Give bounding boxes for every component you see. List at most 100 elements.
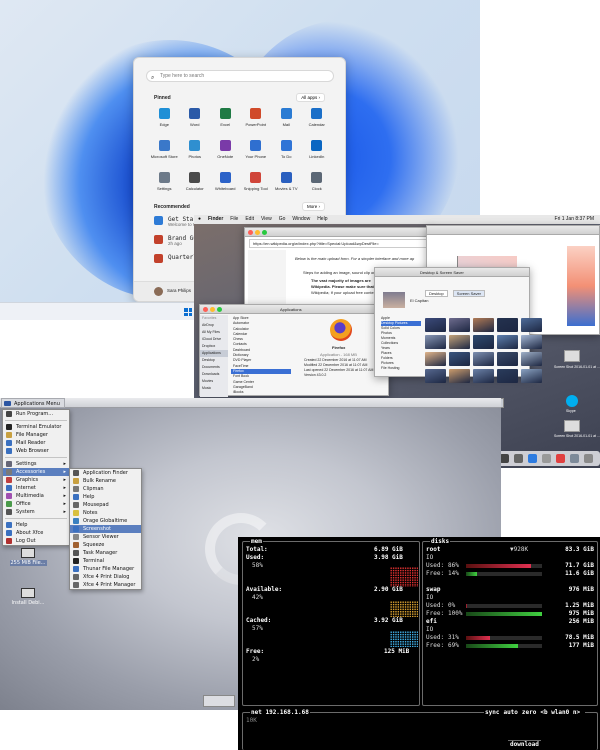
close-icon[interactable]: [203, 307, 208, 312]
menu-item-settings[interactable]: Settings ▸: [3, 460, 69, 468]
finder-sidebar-item[interactable]: Movies: [200, 378, 228, 385]
submenu-item-orage-globaltime[interactable]: Orage Globaltime: [70, 517, 141, 525]
menu-item-accessories[interactable]: Accessories ▸: [3, 468, 69, 476]
menu-item-office[interactable]: Office ▸: [3, 500, 69, 508]
wallpaper-thumbnail[interactable]: [473, 335, 494, 349]
desktop-icon-file[interactable]: 255 MiB File...: [8, 548, 48, 566]
submenu-item-clipman[interactable]: Clipman: [70, 485, 141, 493]
net-control-zero[interactable]: zero: [522, 709, 536, 716]
pinned-app-mail[interactable]: Mail: [271, 108, 302, 134]
pinned-app-edge[interactable]: Edge: [149, 108, 180, 134]
pinned-app-whiteboard[interactable]: Whiteboard: [210, 172, 241, 198]
finder-sidebar-item[interactable]: iCloud Drive: [200, 336, 228, 343]
windows-logo-icon[interactable]: [184, 308, 192, 316]
submenu-item-application-finder[interactable]: Application Finder: [70, 469, 141, 477]
menu-item-file-manager[interactable]: File Manager: [3, 431, 69, 439]
menu-item-multimedia[interactable]: Multimedia ▸: [3, 492, 69, 500]
minimize-icon[interactable]: [210, 307, 215, 312]
net-control-sync[interactable]: sync: [485, 709, 499, 716]
submenu-item-squeeze[interactable]: Squeeze: [70, 541, 141, 549]
wallpaper-thumbnail[interactable]: [473, 318, 494, 332]
desktop-icon-screenshot[interactable]: [564, 350, 580, 362]
finder-sidebar-item[interactable]: Desktop: [200, 357, 228, 364]
wallpaper-thumbnail[interactable]: [473, 352, 494, 366]
pinned-app-photos[interactable]: Photos: [180, 140, 211, 166]
submenu-item-mousepad[interactable]: Mousepad: [70, 501, 141, 509]
close-icon[interactable]: [248, 230, 253, 235]
wallpaper-thumbnail[interactable]: [497, 369, 518, 383]
pinned-app-calendar[interactable]: Calendar: [302, 108, 333, 134]
finder-list-item[interactable]: iBooks: [231, 390, 291, 395]
wallpaper-thumbnail[interactable]: [497, 352, 518, 366]
dock-app-icon[interactable]: [542, 454, 551, 463]
submenu-item-help[interactable]: Help: [70, 493, 141, 501]
submenu-item-bulk-rename[interactable]: Bulk Rename: [70, 477, 141, 485]
submenu-item-xfce-4-print-manager[interactable]: Xfce 4 Print Manager: [70, 581, 141, 589]
skype-icon[interactable]: [566, 395, 578, 407]
wallpaper-thumbnail[interactable]: [497, 335, 518, 349]
wallpaper-thumbnail[interactable]: [497, 318, 518, 332]
more-button[interactable]: More ›: [301, 202, 325, 211]
finder-sidebar-item[interactable]: AirDrop: [200, 322, 228, 329]
wallpaper-thumbnail[interactable]: [449, 335, 470, 349]
pinned-app-settings[interactable]: Settings: [149, 172, 180, 198]
mac-menu-edit[interactable]: Edit: [245, 216, 254, 222]
search-input[interactable]: ⌕ Type here to search: [146, 70, 334, 82]
minimize-icon[interactable]: [255, 230, 260, 235]
pinned-app-movies-tv[interactable]: Movies & TV: [271, 172, 302, 198]
avatar[interactable]: [154, 287, 163, 296]
pinned-app-snipping-tool[interactable]: Snipping Tool: [241, 172, 272, 198]
pinned-app-your-phone[interactable]: Your Phone: [241, 140, 272, 166]
wallpaper-thumbnail[interactable]: [473, 369, 494, 383]
mac-menu-window[interactable]: Window: [292, 216, 310, 222]
dock-app-icon[interactable]: [500, 454, 509, 463]
pinned-app-linkedin[interactable]: LinkedIn: [302, 140, 333, 166]
menu-item-help[interactable]: Help: [3, 521, 69, 529]
dock-app-icon[interactable]: [528, 454, 537, 463]
pinned-app-powerpoint[interactable]: PowerPoint: [241, 108, 272, 134]
submenu-item-xfce-4-print-dialog[interactable]: Xfce 4 Print Dialog: [70, 573, 141, 581]
menu-item-system[interactable]: System ▸: [3, 508, 69, 516]
pinned-app-calculator[interactable]: Calculator: [180, 172, 211, 198]
menu-item-internet[interactable]: Internet ▸: [3, 484, 69, 492]
pinned-app-clock[interactable]: Clock: [302, 172, 333, 198]
menu-item-terminal-emulator[interactable]: Terminal Emulator: [3, 423, 69, 431]
dock-app-icon[interactable]: [570, 454, 579, 463]
zoom-icon[interactable]: [262, 230, 267, 235]
wallpaper-thumbnail[interactable]: [425, 318, 446, 332]
dock-app-icon[interactable]: [514, 454, 523, 463]
mac-menu-view[interactable]: View: [261, 216, 272, 222]
url-bar[interactable]: https://en.wikipedia.org/w/index.php?tit…: [249, 239, 429, 248]
wallpaper-thumbnail[interactable]: [521, 335, 542, 349]
submenu-item-task-manager[interactable]: Task Manager: [70, 549, 141, 557]
wallpaper-thumbnail[interactable]: [521, 352, 542, 366]
wallpaper-thumbnail[interactable]: [425, 369, 446, 383]
trash-icon[interactable]: [584, 454, 593, 463]
mac-menu-finder[interactable]: Finder: [208, 216, 223, 222]
submenu-item-thunar-file-manager[interactable]: Thunar File Manager: [70, 565, 141, 573]
finder-sidebar-item[interactable]: Downloads: [200, 371, 228, 378]
workspace-switcher[interactable]: [203, 695, 235, 707]
zoom-icon[interactable]: [217, 307, 222, 312]
net-control-auto[interactable]: auto: [503, 709, 517, 716]
mac-menu-help[interactable]: Help: [317, 216, 327, 222]
menu-item-graphics[interactable]: Graphics ▸: [3, 476, 69, 484]
pinned-app-onenote[interactable]: OneNote: [210, 140, 241, 166]
pinned-app-word[interactable]: Word: [180, 108, 211, 134]
net-control-b-wlan0-n[interactable]: <b wlan0 n>: [540, 709, 580, 716]
wallpaper-thumbnail[interactable]: [425, 335, 446, 349]
applications-menu-button[interactable]: Applications Menu: [1, 398, 65, 408]
submenu-item-screenshot[interactable]: Screenshot: [70, 525, 141, 533]
finder-sidebar-item[interactable]: All My Files: [200, 329, 228, 336]
submenu-item-terminal[interactable]: Terminal: [70, 557, 141, 565]
prefs-source-item[interactable]: File Hosting: [381, 366, 421, 371]
wallpaper-thumbnail[interactable]: [521, 318, 542, 332]
mac-menu-file[interactable]: File: [230, 216, 238, 222]
dock-app-icon[interactable]: [556, 454, 565, 463]
tab-screen-saver[interactable]: Screen Saver: [452, 290, 486, 297]
wallpaper-thumbnail[interactable]: [449, 369, 470, 383]
wallpaper-thumbnail[interactable]: [425, 352, 446, 366]
finder-sidebar-item[interactable]: Applications: [200, 350, 228, 357]
wallpaper-thumbnail[interactable]: [449, 318, 470, 332]
menu-item-log-out[interactable]: Log Out: [3, 537, 69, 545]
